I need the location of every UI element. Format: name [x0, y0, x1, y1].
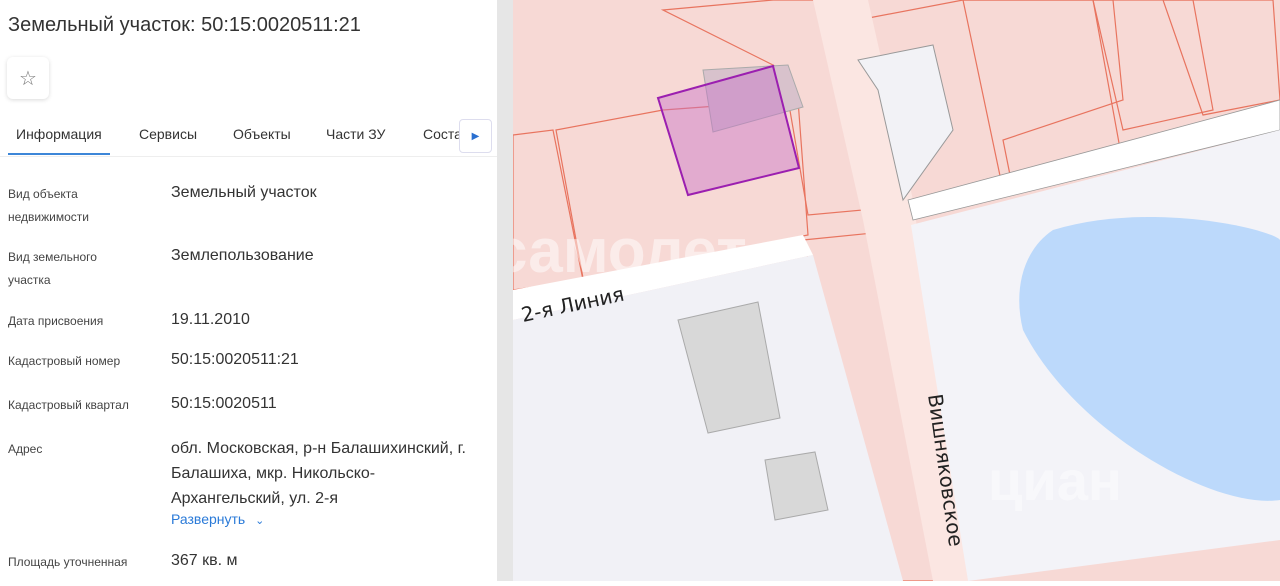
cadastral-map[interactable]: 2-я Линия Вишняковское самолет циан [493, 0, 1280, 582]
scrollbar[interactable] [497, 0, 513, 581]
field-label: Вид земельного участка [8, 250, 97, 287]
field-label: Площадь уточненная [8, 555, 128, 569]
tab-info[interactable]: Информация [8, 126, 110, 155]
field-value: Землепользование [171, 247, 314, 264]
watermark-logo: самолет [513, 217, 747, 286]
tabs-next-button[interactable]: ▶ [459, 119, 492, 153]
tab-composition[interactable]: Соста [423, 126, 462, 142]
field-label: Вид объекта недвижимости [8, 187, 89, 224]
field-label: Дата присвоения [8, 314, 104, 328]
tab-objects[interactable]: Объекты [233, 126, 291, 142]
chevron-down-icon: ⌄ [255, 515, 265, 527]
field-label: Кадастровый номер [8, 354, 121, 368]
watermark-logo: циан [988, 449, 1122, 512]
tab-bar: Информация Сервисы Объекты Части ЗУ Сост… [0, 118, 497, 157]
favorite-button[interactable]: ☆ [7, 57, 49, 99]
map-canvas: 2-я Линия Вишняковское самолет циан [493, 0, 1280, 582]
field-label: Кадастровый квартал [8, 398, 129, 412]
chevron-right-icon: ▶ [471, 130, 480, 142]
field-value: обл. Московская, р-н Балашихинский, г. Б… [171, 440, 466, 507]
field-value: Земельный участок [171, 184, 317, 201]
expand-link[interactable]: Развернуть ⌄ [171, 511, 264, 527]
page-title: Земельный участок: 50:15:0020511:21 [8, 14, 361, 36]
tab-services[interactable]: Сервисы [139, 126, 197, 142]
field-value: 50:15:0020511 [171, 395, 277, 412]
field-label: Адрес [8, 442, 43, 456]
field-value: 19.11.2010 [171, 311, 250, 328]
info-panel: Земельный участок: 50:15:0020511:21 ☆ Ин… [0, 0, 497, 581]
field-value: 367 кв. м [171, 552, 238, 569]
field-value: 50:15:0020511:21 [171, 351, 299, 368]
expand-label: Развернуть [171, 511, 246, 527]
tab-parts[interactable]: Части ЗУ [326, 126, 385, 142]
star-icon: ☆ [19, 67, 37, 90]
